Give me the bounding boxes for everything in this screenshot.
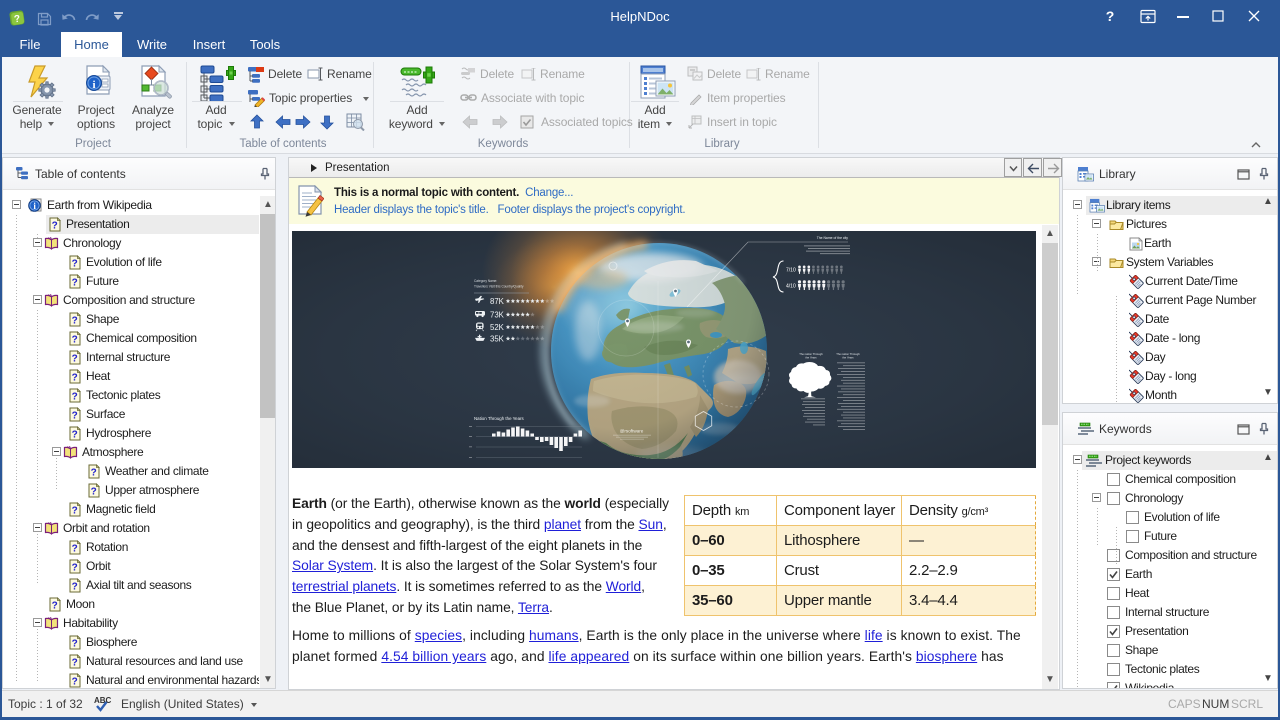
svg-text:Travellers Visit this Country/: Travellers Visit this Country/Quality [474,285,524,289]
svg-text:73K: 73K [490,310,505,319]
svg-text:ABC: ABC [94,696,112,705]
svg-text:?: ? [72,544,78,555]
svg-text:?: ? [91,487,97,498]
svg-text:?: ? [91,468,97,479]
svg-text:?: ? [72,582,78,593]
svg-text:?: ? [72,506,78,517]
svg-text:?: ? [72,639,78,650]
svg-text:?: ? [72,392,78,403]
svg-text:The nation Through: The nation Through [836,352,860,356]
svg-text:?: ? [72,677,78,688]
svg-text:87K: 87K [490,297,505,306]
svg-text:?: ? [72,373,78,384]
svg-text:?: ? [72,259,78,270]
svg-text:?: ? [52,221,58,232]
svg-text:Nation Through the Years: Nation Through the Years [474,416,525,421]
svg-text:Category Name:: Category Name: [474,279,497,283]
svg-text:The nation Through: The nation Through [799,352,823,356]
svg-text:4/10: 4/10 [786,284,796,290]
svg-text:@rsoftware: @rsoftware [620,429,644,434]
svg-text:the Years: the Years [842,356,854,360]
svg-text:7/10: 7/10 [786,268,796,274]
svg-text:?: ? [72,278,78,289]
svg-text:52K: 52K [490,323,505,332]
svg-text:?: ? [72,430,78,441]
svg-text:?: ? [72,411,78,422]
svg-text:?: ? [52,601,58,612]
svg-text:?: ? [72,658,78,669]
svg-text:The Name of the city: The Name of the city [817,236,849,240]
svg-text:35K: 35K [490,334,505,343]
svg-text:i: i [93,79,96,91]
svg-text:?: ? [72,335,78,346]
svg-text:?: ? [72,563,78,574]
svg-text:?: ? [72,316,78,327]
svg-text:?: ? [72,354,78,365]
svg-text:the Years: the Years [805,356,817,360]
